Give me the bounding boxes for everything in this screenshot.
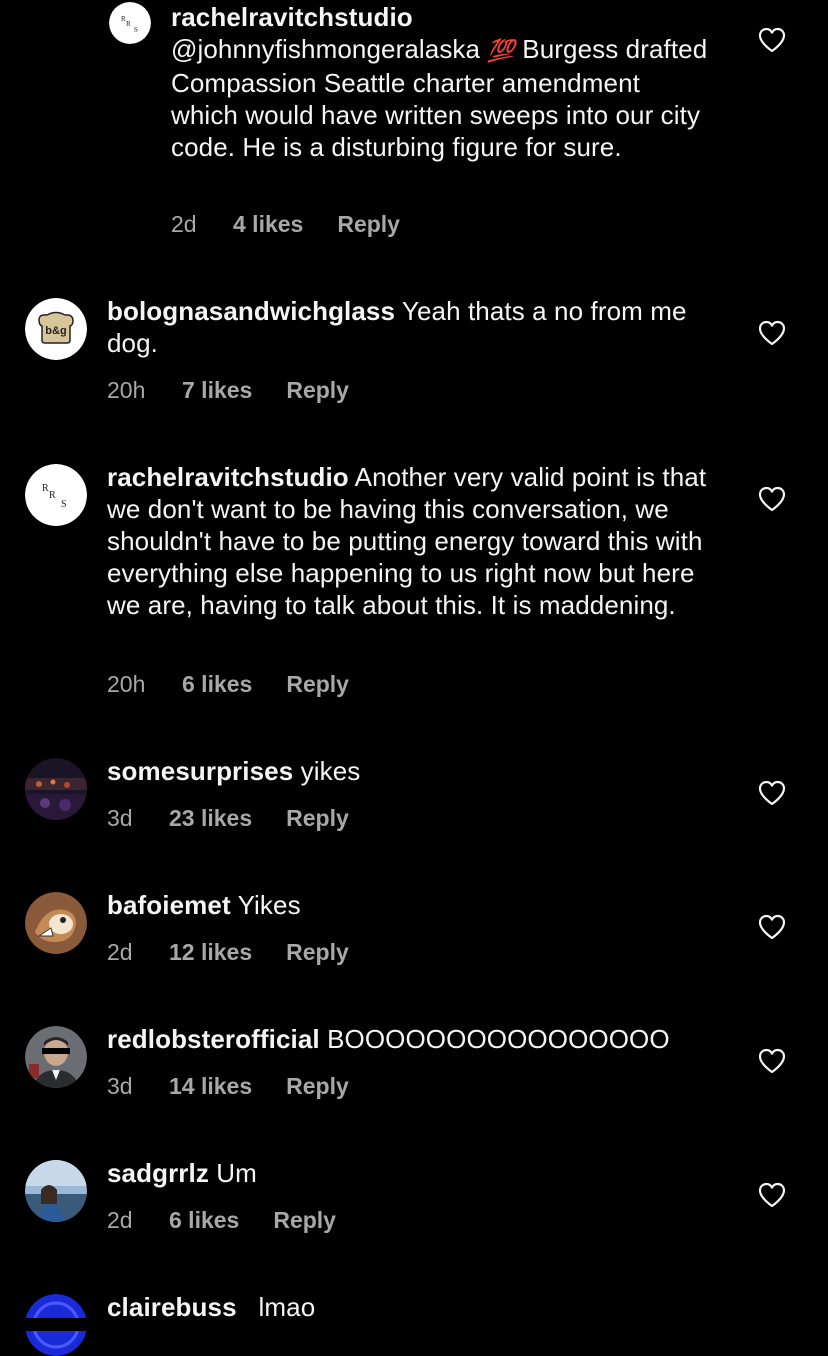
like-heart-icon[interactable] <box>758 1048 786 1074</box>
avatar[interactable]: R R S <box>109 2 151 44</box>
avatar[interactable] <box>25 1026 87 1088</box>
avatar[interactable] <box>25 892 87 954</box>
reply-button[interactable]: Reply <box>273 1207 336 1234</box>
comment-time: 20h <box>107 377 146 403</box>
comment-text: somesurprises yikes <box>107 755 717 787</box>
reply-button[interactable]: Reply <box>337 211 400 238</box>
comment-text: bafoiemet Yikes <box>107 889 717 921</box>
person-photo-avatar <box>25 1160 87 1222</box>
comment-body: Yikes <box>237 890 301 920</box>
svg-text:S: S <box>61 499 67 510</box>
comment-time: 2d <box>171 211 197 237</box>
comment-meta: 2d 6 likes Reply <box>107 1207 336 1234</box>
avatar[interactable]: b&g <box>25 298 87 360</box>
avatar[interactable]: R R S <box>25 464 87 526</box>
svg-text:R: R <box>42 483 49 494</box>
comment-likes[interactable]: 6 likes <box>169 1207 239 1234</box>
comment-username[interactable]: rachelravitchstudio <box>171 2 413 32</box>
comment-likes[interactable]: 12 likes <box>169 939 252 966</box>
avatar[interactable] <box>25 758 87 820</box>
comment-username[interactable]: bafoiemet <box>107 890 231 920</box>
comment-username[interactable]: redlobsterofficial <box>107 1024 320 1054</box>
rrs-logo-icon: R R S <box>109 2 151 44</box>
like-heart-icon[interactable] <box>758 914 786 940</box>
bottom-edge <box>0 1318 828 1331</box>
comment-text: sadgrrlz Um <box>107 1157 717 1189</box>
hundred-points-emoji-icon: 💯 <box>487 38 515 63</box>
comment-time: 3d <box>107 1073 133 1099</box>
comment-time: 2d <box>107 939 133 965</box>
comment-likes[interactable]: 14 likes <box>169 1073 252 1100</box>
comment-meta: 2d 4 likes Reply <box>171 211 400 238</box>
comment-likes[interactable]: 6 likes <box>182 671 252 698</box>
comment-likes[interactable]: 4 likes <box>233 211 303 238</box>
comment-time: 20h <box>107 671 146 697</box>
comment-text: rachelravitchstudio @johnnyfishmongerala… <box>171 1 711 163</box>
comment-username[interactable]: rachelravitchstudio <box>107 462 349 492</box>
like-heart-icon[interactable] <box>758 486 786 512</box>
comment-time: 2d <box>107 1207 133 1233</box>
svg-text:S: S <box>134 26 138 34</box>
comment-text: bolognasandwichglass Yeah thats a no fro… <box>107 295 717 359</box>
comment-body: yikes <box>300 756 361 786</box>
reply-button[interactable]: Reply <box>286 1073 349 1100</box>
comment-body: BOOOOOOOOOOOOOOOO <box>327 1024 670 1054</box>
svg-text:b&g: b&g <box>45 325 66 337</box>
comment-username[interactable]: somesurprises <box>107 756 293 786</box>
comment-username[interactable]: bolognasandwichglass <box>107 296 395 326</box>
bsg-toast-logo-icon: b&g <box>25 298 87 360</box>
reply-button[interactable]: Reply <box>286 805 349 832</box>
like-heart-icon[interactable] <box>758 780 786 806</box>
comment-meta: 20h 6 likes Reply <box>107 671 349 698</box>
reply-button[interactable]: Reply <box>286 377 349 404</box>
svg-text:R: R <box>49 490 56 501</box>
comment-meta: 20h 7 likes Reply <box>107 377 349 404</box>
comment-likes[interactable]: 7 likes <box>182 377 252 404</box>
reply-button[interactable]: Reply <box>286 671 349 698</box>
rrs-logo-icon: R R S <box>25 464 87 526</box>
comment-mention[interactable]: @johnnyfishmongeralaska <box>171 34 480 64</box>
like-heart-icon[interactable] <box>758 320 786 346</box>
comment-time: 3d <box>107 805 133 831</box>
man-portrait-avatar <box>25 1026 87 1088</box>
comment-text: redlobsterofficial BOOOOOOOOOOOOOOOO <box>107 1023 747 1055</box>
comment-text: rachelravitchstudio Another very valid p… <box>107 461 719 621</box>
cartoon-dog-avatar <box>25 892 87 954</box>
comment-likes[interactable]: 23 likes <box>169 805 252 832</box>
comment-meta: 3d 14 likes Reply <box>107 1073 349 1100</box>
svg-text:R: R <box>126 20 131 28</box>
like-heart-icon[interactable] <box>758 27 786 53</box>
concert-photo-avatar <box>25 758 87 820</box>
reply-button[interactable]: Reply <box>286 939 349 966</box>
avatar[interactable] <box>25 1160 87 1222</box>
comment-body: Um <box>216 1158 257 1188</box>
comment-username[interactable]: sadgrrlz <box>107 1158 209 1188</box>
comment-meta: 2d 12 likes Reply <box>107 939 349 966</box>
like-heart-icon[interactable] <box>758 1182 786 1208</box>
comment-meta: 3d 23 likes Reply <box>107 805 349 832</box>
